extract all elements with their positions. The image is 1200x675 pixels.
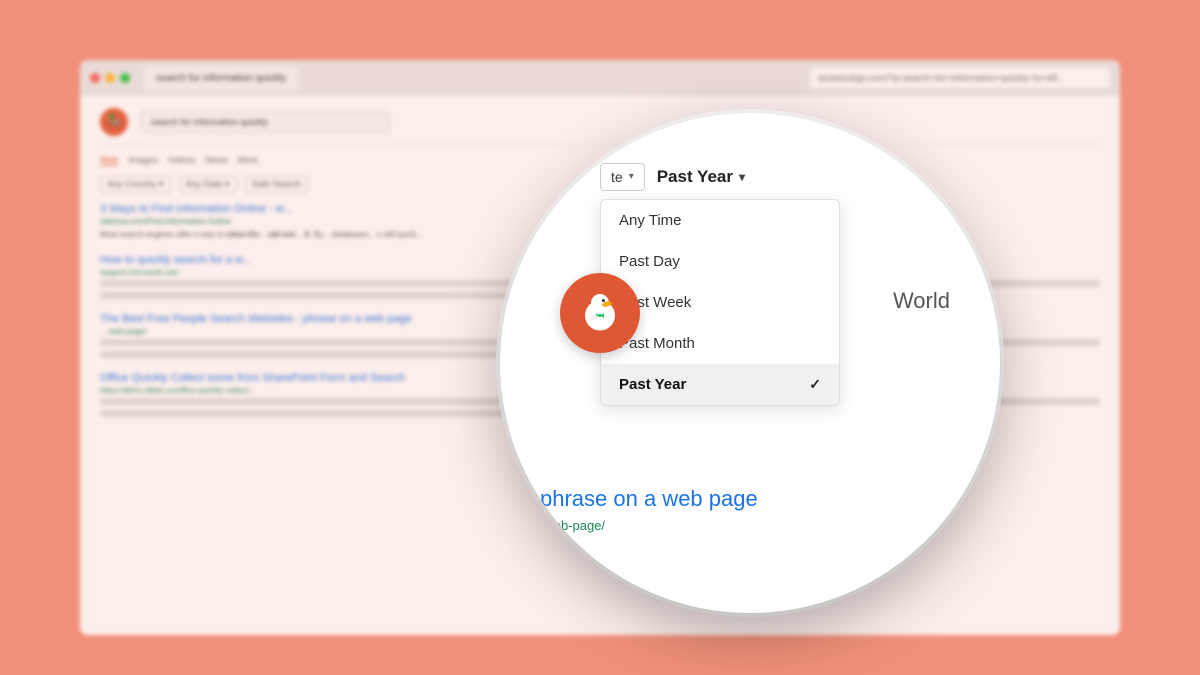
result-big-title: phrase on a web page <box>540 486 960 512</box>
filter-country: Any Country ▾ <box>100 176 171 193</box>
filter-date: Any Date ▾ <box>179 176 237 193</box>
browser-chrome: search for information quickly duckduckg… <box>80 60 1120 96</box>
ddg-logo-small: 🦆 <box>100 108 128 136</box>
other-filter-chevron-icon: ▾ <box>629 171 634 182</box>
other-filter-button[interactable]: te ▾ <box>600 163 645 191</box>
past-year-chevron-icon: ▾ <box>739 170 745 184</box>
dropdown-trigger-row: te ▾ Past Year ▾ <box>600 163 960 191</box>
tab-label: search for information quickly <box>156 73 286 84</box>
result-big-title-text: phrase on a web page <box>540 486 758 511</box>
tab-bar: search for information quickly <box>144 66 804 90</box>
world-text: World <box>893 288 950 314</box>
filter-tab-images: Images <box>128 155 158 166</box>
filter-tab-videos: Videos <box>168 155 195 166</box>
dropdown-item-any-time[interactable]: Any Time <box>601 200 839 241</box>
dropdown-item-label: Any Time <box>619 212 682 229</box>
result-big-url: -web-page/ <box>540 518 960 533</box>
dropdown-item-past-month[interactable]: Past Month <box>601 323 839 364</box>
filter-tab-more: More <box>238 155 259 166</box>
address-bar: duckduckgo.com/?q=search+for+information… <box>810 68 1110 88</box>
dropdown-item-label: Past Year <box>619 376 686 393</box>
filter-tab-web: Web <box>100 155 118 166</box>
traffic-lights <box>90 73 130 83</box>
other-filter-label: te <box>611 169 623 185</box>
minimize-button-icon <box>105 73 115 83</box>
duck-icon <box>575 288 625 338</box>
dropdown-item-label: Past Day <box>619 253 680 270</box>
past-year-label: Past Year <box>657 167 733 187</box>
magnifier-circle: te ▾ Past Year ▾ Any Time Past Day Pa <box>500 113 1000 613</box>
active-tab: search for information quickly <box>144 66 298 90</box>
selected-checkmark-icon: ✓ <box>809 376 821 393</box>
bottom-result: phrase on a web page -web-page/ <box>540 486 960 533</box>
search-query: search for information quickly <box>151 117 268 127</box>
filter-tab-news: News <box>205 155 228 166</box>
dropdown-area: te ▾ Past Year ▾ Any Time Past Day Pa <box>600 163 960 406</box>
dropdown-item-past-day[interactable]: Past Day <box>601 241 839 282</box>
address-text: duckduckgo.com/?q=search+for+information… <box>818 73 1064 83</box>
ddg-logo-large <box>560 273 640 353</box>
past-year-trigger[interactable]: Past Year ▾ <box>657 167 745 187</box>
close-button-icon <box>90 73 100 83</box>
maximize-button-icon <box>120 73 130 83</box>
dropdown-item-past-year[interactable]: Past Year ✓ <box>601 364 839 405</box>
filter-safe: Safe Search <box>245 176 309 193</box>
magnifier-content: te ▾ Past Year ▾ Any Time Past Day Pa <box>500 113 1000 613</box>
search-bar-bg: search for information quickly <box>140 111 390 133</box>
